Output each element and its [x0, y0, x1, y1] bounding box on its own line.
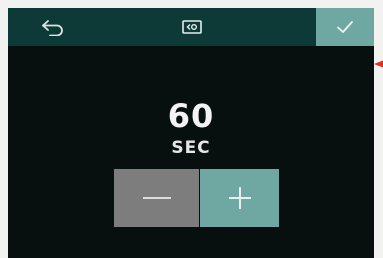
device-screen: 60 SEC — [8, 8, 374, 258]
display-mode-icon — [182, 20, 202, 34]
setting-value: 60 — [167, 97, 215, 135]
red-pointer-icon — [374, 60, 383, 68]
display-mode-indicator — [147, 8, 237, 46]
confirm-button[interactable] — [316, 8, 374, 46]
back-button[interactable] — [8, 8, 98, 46]
plus-icon — [228, 187, 251, 209]
decrease-button[interactable] — [114, 169, 199, 227]
check-icon — [337, 21, 353, 33]
top-bar — [8, 8, 374, 46]
increase-button[interactable] — [200, 169, 279, 227]
minus-icon — [142, 197, 171, 199]
setting-unit: SEC — [171, 138, 211, 158]
back-arrow-icon — [42, 20, 63, 36]
